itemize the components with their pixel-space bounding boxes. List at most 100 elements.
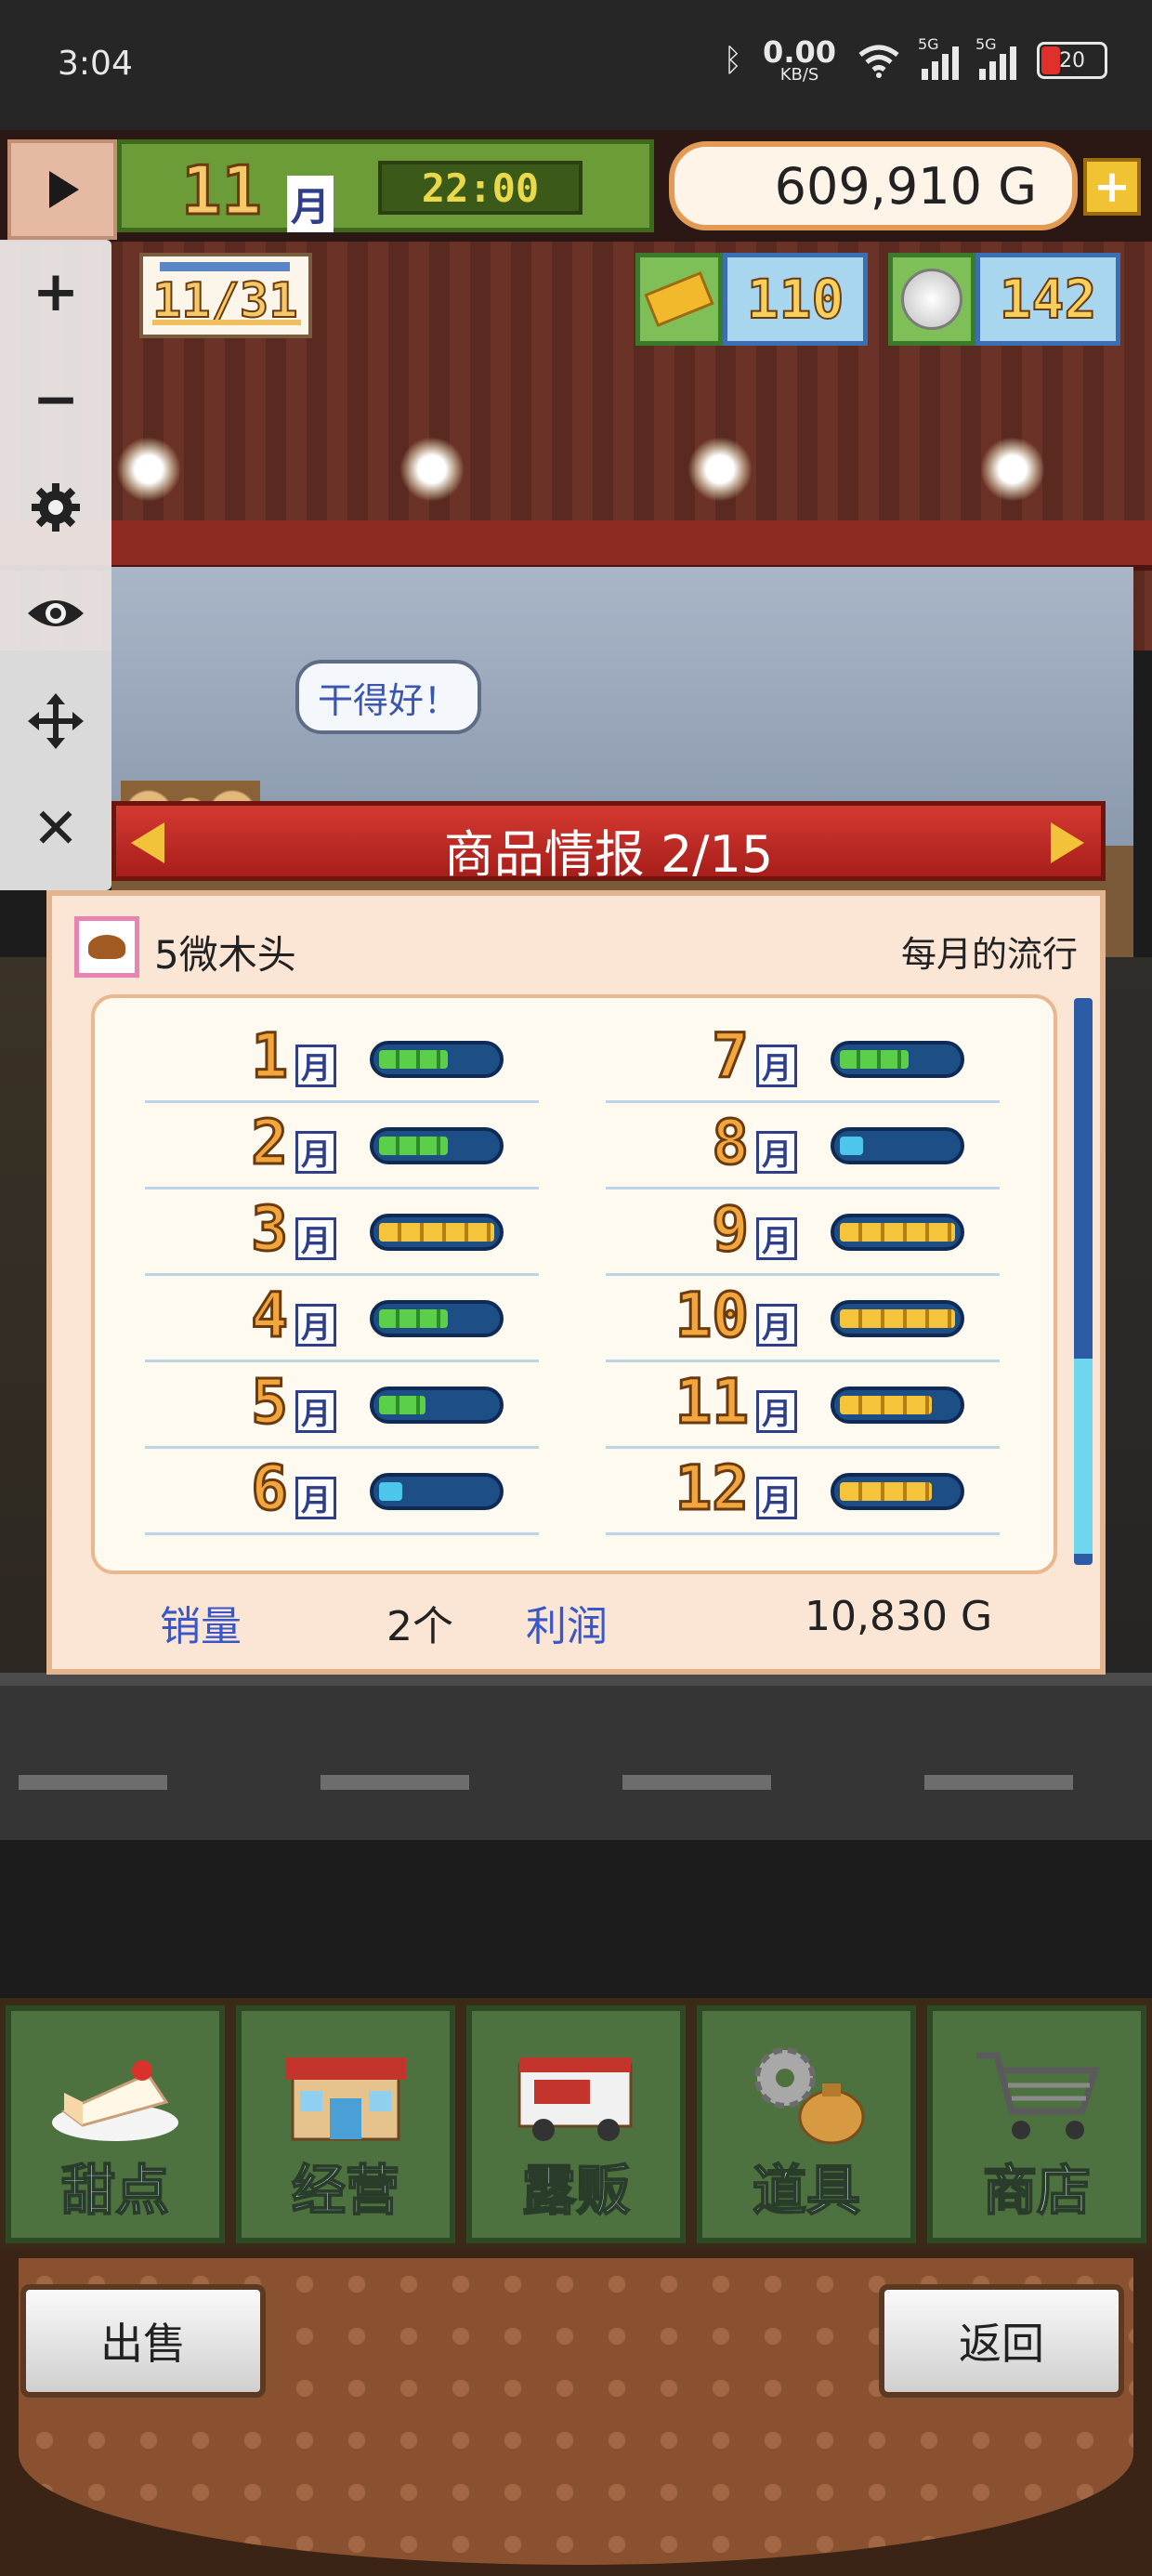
popularity-gauge-fill: [840, 1223, 955, 1242]
popularity-gauge-fill: [379, 1137, 448, 1155]
month-row-8: 8月: [606, 1101, 1000, 1189]
silver-coin-icon: [888, 253, 975, 346]
product-icon: [74, 916, 139, 978]
month-display: 11 月 22:00: [117, 139, 654, 232]
cake-icon: [52, 2060, 178, 2141]
menu-food-truck[interactable]: 露贩: [466, 2005, 686, 2243]
gear-icon: [32, 483, 80, 532]
popularity-gauge: [831, 1300, 964, 1337]
profit-value: 10,830 G: [805, 1593, 993, 1640]
popularity-gauge-fill: [379, 1050, 448, 1069]
month-row-7: 7月: [606, 1015, 1000, 1103]
popularity-gauge-fill: [379, 1396, 425, 1414]
popularity-gauge-fill: [379, 1482, 402, 1501]
gear-bag-icon: [754, 2047, 865, 2145]
date-display: 11/31: [139, 253, 312, 338]
month-row-11: 11 月: [606, 1360, 1000, 1449]
popularity-gauge: [831, 1214, 964, 1251]
trend-label: 每月的流行: [900, 934, 1078, 975]
back-button[interactable]: 返回: [879, 2284, 1124, 2398]
add-money-button[interactable]: +: [1083, 158, 1141, 216]
visibility-button[interactable]: [22, 580, 89, 647]
gold-counter: 110: [635, 253, 868, 346]
popularity-gauge-fill: [379, 1223, 494, 1242]
zoom-in-button[interactable]: +: [22, 258, 89, 325]
play-button[interactable]: [7, 139, 117, 240]
month-row-3: 3月: [145, 1188, 539, 1276]
menu-store[interactable]: 商店: [927, 2005, 1146, 2243]
clock: 22:00: [378, 161, 583, 215]
menu-items[interactable]: 道具: [697, 2005, 916, 2243]
month-unit: 月: [295, 1477, 336, 1519]
move-button[interactable]: [22, 688, 89, 755]
next-arrow-icon[interactable]: [1051, 822, 1084, 863]
month-row-5: 5月: [145, 1360, 539, 1449]
popularity-gauge-fill: [379, 1309, 448, 1328]
zoom-out-button[interactable]: −: [22, 366, 89, 433]
bluetooth-icon: ᛒ: [723, 42, 743, 79]
sell-button[interactable]: 出售: [20, 2284, 266, 2398]
popularity-gauge: [370, 1473, 504, 1510]
month-unit: 月: [756, 1045, 797, 1087]
bottom-action-area: 出售 返回: [0, 2249, 1152, 2576]
month-number: 7: [711, 1019, 751, 1094]
month-row-1: 1月: [145, 1015, 539, 1103]
month-unit: 月: [295, 1390, 336, 1433]
popularity-gauge: [831, 1387, 964, 1424]
popularity-gauge: [831, 1041, 964, 1078]
menu-sweets[interactable]: 甜点: [6, 2005, 225, 2243]
popularity-gauge: [370, 1041, 504, 1078]
cart-icon: [976, 2052, 1100, 2139]
popularity-gauge: [831, 1127, 964, 1164]
gold-bar-icon: [635, 253, 723, 346]
month-number: 10: [674, 1279, 751, 1353]
menu-management[interactable]: 经营: [236, 2005, 455, 2243]
status-bar: 3:04 ᛒ 0.00 KB/S 5G 5G 20: [0, 0, 1152, 130]
main-menu: 甜点 经营 露贩 道具 商店: [0, 1998, 1152, 2249]
battery-icon: 20: [1037, 42, 1107, 79]
product-name: 5微木头: [154, 932, 296, 978]
month-unit: 月: [295, 1304, 336, 1347]
panel-body: 5微木头 每月的流行 1 月 2 月 3 月 4 月 5 月 6 月 7 月 8 月 9 月 10 月 11 月 12 月 销…: [46, 890, 1106, 1675]
month-row-2: 2月: [145, 1101, 539, 1189]
sales-value: 2个: [386, 1603, 453, 1650]
move-arrows-icon: [28, 693, 84, 749]
scrollbar-thumb[interactable]: [1074, 1359, 1093, 1554]
speech-bubble: 干得好！: [295, 660, 481, 734]
scrollbar[interactable]: [1074, 998, 1093, 1565]
sales-label: 销量: [160, 1603, 242, 1650]
month-unit: 月: [756, 1390, 797, 1433]
popularity-gauge: [831, 1473, 964, 1510]
panel-title: 商品情报 2/15: [443, 825, 774, 884]
street: [0, 1673, 1152, 1840]
silver-counter: 142: [888, 253, 1120, 346]
lamp-icon: [116, 437, 181, 502]
lamp-icon: [399, 437, 465, 502]
popularity-gauge: [370, 1214, 504, 1251]
sales-summary: 销量 2个 利润 10,830 G: [52, 1574, 1102, 1658]
month-unit: 月: [295, 1131, 336, 1174]
month-number: 3: [250, 1192, 290, 1267]
panel-header: 商品情报 2/15: [111, 801, 1106, 884]
popularity-gauge: [370, 1127, 504, 1164]
month-unit: 月: [756, 1304, 797, 1347]
status-icons: ᛒ 0.00 KB/S 5G 5G 20: [723, 34, 1107, 85]
monthly-trend-card[interactable]: 1 月 2 月 3 月 4 月 5 月 6 月 7 月 8 月 9 月 10 月 11 月 12 月: [91, 994, 1057, 1574]
month-row-12: 12 月: [606, 1447, 1000, 1535]
month-unit: 月: [756, 1217, 797, 1260]
lamp-icon: [980, 437, 1045, 502]
settings-button[interactable]: [22, 474, 89, 541]
month-number: 8: [711, 1106, 751, 1180]
bread-icon: [88, 935, 125, 959]
month-number: 5: [250, 1365, 290, 1439]
month-number: 2: [250, 1106, 290, 1180]
popularity-gauge-fill: [840, 1309, 955, 1328]
shop-building-icon: [285, 2057, 406, 2141]
net-speed: 0.00 KB/S: [763, 34, 836, 85]
month-number: 12: [674, 1452, 751, 1526]
lamp-icon: [687, 437, 753, 502]
month-row-10: 10 月: [606, 1274, 1000, 1362]
signal-icon-2: 5G: [975, 35, 1016, 80]
month-row-4: 4月: [145, 1274, 539, 1362]
product-info-panel: 商品情报 2/15 5微木头 每月的流行 1月2月3月4月5月6月7月8月9月1…: [46, 801, 1106, 1675]
